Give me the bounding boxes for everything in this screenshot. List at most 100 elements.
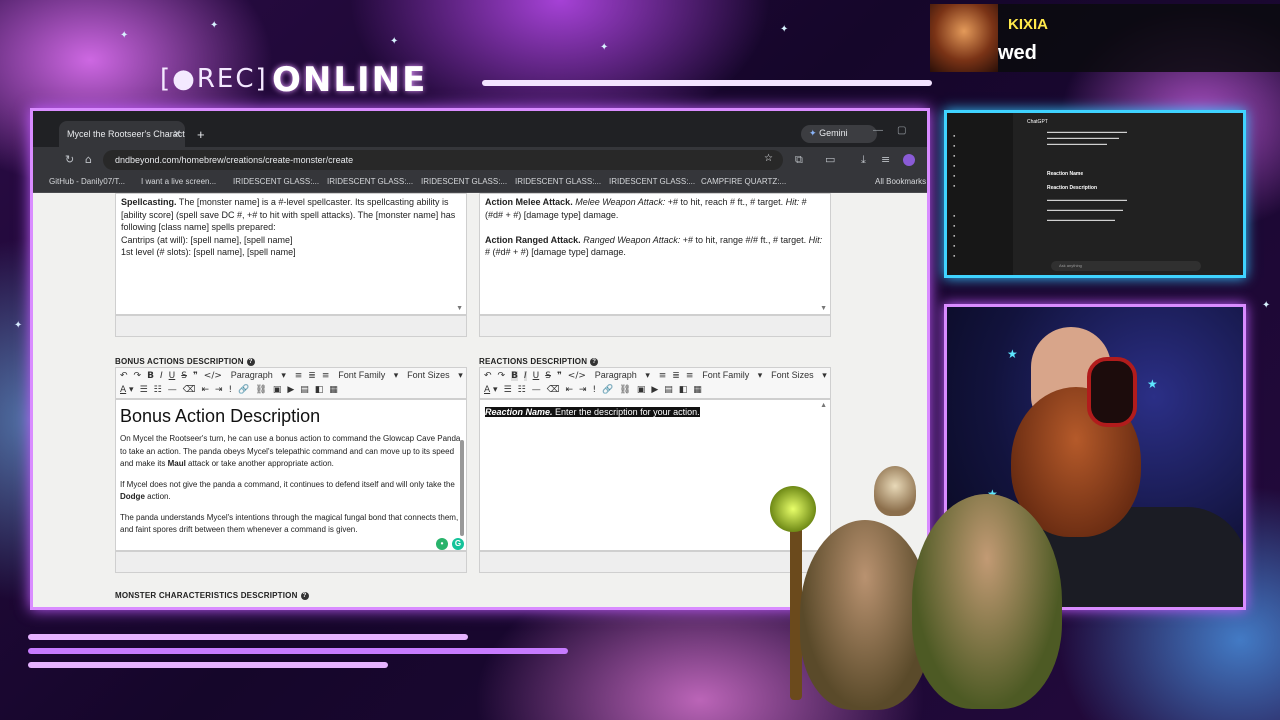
strikethrough-icon[interactable]: S (181, 371, 187, 381)
maximize-icon[interactable]: ▢ (897, 125, 906, 136)
bullet-list-icon[interactable]: ☰ (140, 385, 148, 395)
new-tab-icon[interactable]: + (197, 127, 205, 142)
horizontal-rule-icon[interactable]: — (532, 385, 541, 395)
quote-icon[interactable]: ❞ (557, 371, 562, 381)
link-icon[interactable]: 🔗 (238, 385, 249, 395)
alert-icon[interactable]: ! (593, 385, 597, 395)
minimize-icon[interactable]: — (873, 125, 883, 136)
text-color-icon[interactable]: A ▾ (484, 385, 498, 395)
strikethrough-icon[interactable]: S (545, 371, 551, 381)
align-center-icon[interactable]: ≣ (672, 371, 680, 381)
bookmark-item[interactable]: IRIDESCENT GLASS:... (609, 177, 695, 186)
redo-icon[interactable]: ↷ (498, 371, 506, 381)
bullet-list-icon[interactable]: ☰ (504, 385, 512, 395)
undo-icon[interactable]: ↶ (120, 371, 128, 381)
bold-icon[interactable]: B (147, 371, 154, 381)
download-icon[interactable]: ⤓ (861, 153, 866, 167)
grammarly-icon[interactable]: G (452, 538, 464, 550)
bookmark-item[interactable]: IRIDESCENT GLASS:... (421, 177, 507, 186)
text-color-icon[interactable]: A ▾ (120, 385, 134, 395)
image-icon[interactable]: ▣ (637, 385, 646, 395)
redo-icon[interactable]: ↷ (134, 371, 142, 381)
source-icon[interactable]: ◧ (315, 385, 324, 395)
bookmark-star-icon[interactable]: ☆ (764, 153, 773, 164)
help-icon[interactable]: ? (300, 591, 309, 600)
unlink-icon[interactable]: ⛓ (619, 385, 630, 395)
actions-editor[interactable]: Action Melee Attack. Melee Weapon Attack… (479, 193, 831, 315)
align-left-icon[interactable]: ≡ (659, 371, 667, 381)
help-icon[interactable]: ? (590, 357, 599, 366)
url-input[interactable]: dndbeyond.com/homebrew/creations/create-… (103, 150, 783, 170)
outdent-icon[interactable]: ⇤ (565, 385, 573, 395)
indent-icon[interactable]: ⇥ (579, 385, 587, 395)
scroll-up-icon[interactable]: ▲ (820, 402, 827, 409)
align-right-icon[interactable]: ≡ (686, 371, 694, 381)
outdent-icon[interactable]: ⇤ (201, 385, 209, 395)
reactions-editor[interactable]: Reaction Name. Enter the description for… (479, 399, 831, 551)
align-left-icon[interactable]: ≡ (295, 371, 303, 381)
sidebar-item: ● (953, 133, 956, 138)
font-size-dropdown[interactable]: Font Sizes ▾ (771, 370, 827, 380)
tab-monster[interactable]: Mycel the Rootseer's Characte (59, 121, 185, 147)
bookmark-item[interactable]: GitHub - Danily07/T... (49, 177, 125, 186)
all-bookmarks-item[interactable]: All Bookmarks (875, 177, 926, 186)
align-center-icon[interactable]: ≣ (308, 371, 316, 381)
alert-icon[interactable]: ! (229, 385, 233, 395)
home-icon[interactable]: ⌂ (85, 153, 92, 166)
align-right-icon[interactable]: ≡ (322, 371, 330, 381)
bold-icon[interactable]: B (511, 371, 518, 381)
settings-sliders-icon[interactable]: ≡ (881, 153, 890, 166)
eraser-icon[interactable]: ⌫ (547, 385, 560, 395)
bookmark-item[interactable]: IRIDESCENT GLASS:... (515, 177, 601, 186)
code-icon[interactable]: </> (568, 371, 586, 381)
extensions-icon[interactable]: ⧉ (795, 153, 803, 167)
numbered-list-icon[interactable]: ☷ (518, 385, 526, 395)
paragraph-dropdown[interactable]: Paragraph ▾ (231, 370, 286, 380)
image-icon[interactable]: ▣ (273, 385, 282, 395)
sidebar-item: ● (953, 173, 956, 178)
font-family-dropdown[interactable]: Font Family ▾ (338, 370, 398, 380)
quote-icon[interactable]: ❞ (193, 371, 198, 381)
help-icon[interactable]: ? (246, 357, 255, 366)
scrollbar[interactable] (460, 440, 464, 536)
unlink-icon[interactable]: ⛓ (255, 385, 266, 395)
media-icon[interactable]: ▶ (287, 385, 294, 395)
bookmark-item[interactable]: I want a live screen... (141, 177, 216, 186)
indent-icon[interactable]: ⇥ (215, 385, 223, 395)
table-icon[interactable]: ▦ (693, 385, 702, 395)
chat-input[interactable]: Ask anything (1051, 261, 1201, 271)
link-icon[interactable]: 🔗 (602, 385, 613, 395)
close-tab-icon[interactable]: ✕ (173, 129, 181, 140)
horizontal-rule-icon[interactable]: — (168, 385, 177, 395)
underline-icon[interactable]: U (533, 371, 540, 381)
font-family-dropdown[interactable]: Font Family ▾ (702, 370, 762, 380)
bonus-heading: Bonus Action Description (120, 406, 321, 426)
font-size-dropdown[interactable]: Font Sizes ▾ (407, 370, 463, 380)
bookmark-item[interactable]: IRIDESCENT GLASS:... (233, 177, 319, 186)
code-icon[interactable]: </> (204, 371, 222, 381)
bonus-actions-editor[interactable]: Bonus Action Description On Mycel the Ro… (115, 399, 467, 551)
bookmark-item[interactable]: IRIDESCENT GLASS:... (327, 177, 413, 186)
profile-avatar[interactable] (903, 154, 915, 166)
table-icon[interactable]: ▦ (329, 385, 338, 395)
italic-icon[interactable]: I (160, 371, 163, 381)
underline-icon[interactable]: U (169, 371, 176, 381)
scroll-down-icon[interactable]: ▼ (820, 305, 827, 312)
grammarly-status-icon[interactable]: • (436, 538, 448, 550)
numbered-list-icon[interactable]: ☷ (154, 385, 162, 395)
source-icon[interactable]: ◧ (679, 385, 688, 395)
eraser-icon[interactable]: ⌫ (183, 385, 196, 395)
cast-icon[interactable]: ▭ (825, 153, 835, 166)
bookmark-item[interactable]: CAMPFIRE QUARTZ:... (701, 177, 786, 186)
document-icon[interactable]: ▤ (664, 385, 673, 395)
reload-icon[interactable]: ↻ (65, 153, 74, 166)
star-icon: ✦ (210, 20, 219, 31)
italic-icon[interactable]: I (523, 371, 527, 381)
spellcasting-editor[interactable]: Spellcasting. The [monster name] is a #-… (115, 193, 467, 315)
scroll-down-icon[interactable]: ▼ (456, 305, 463, 312)
undo-icon[interactable]: ↶ (484, 371, 492, 381)
document-icon[interactable]: ▤ (300, 385, 309, 395)
media-icon[interactable]: ▶ (651, 385, 658, 395)
gemini-button[interactable]: ✦ Gemini (801, 125, 877, 143)
paragraph-dropdown[interactable]: Paragraph ▾ (595, 370, 650, 380)
